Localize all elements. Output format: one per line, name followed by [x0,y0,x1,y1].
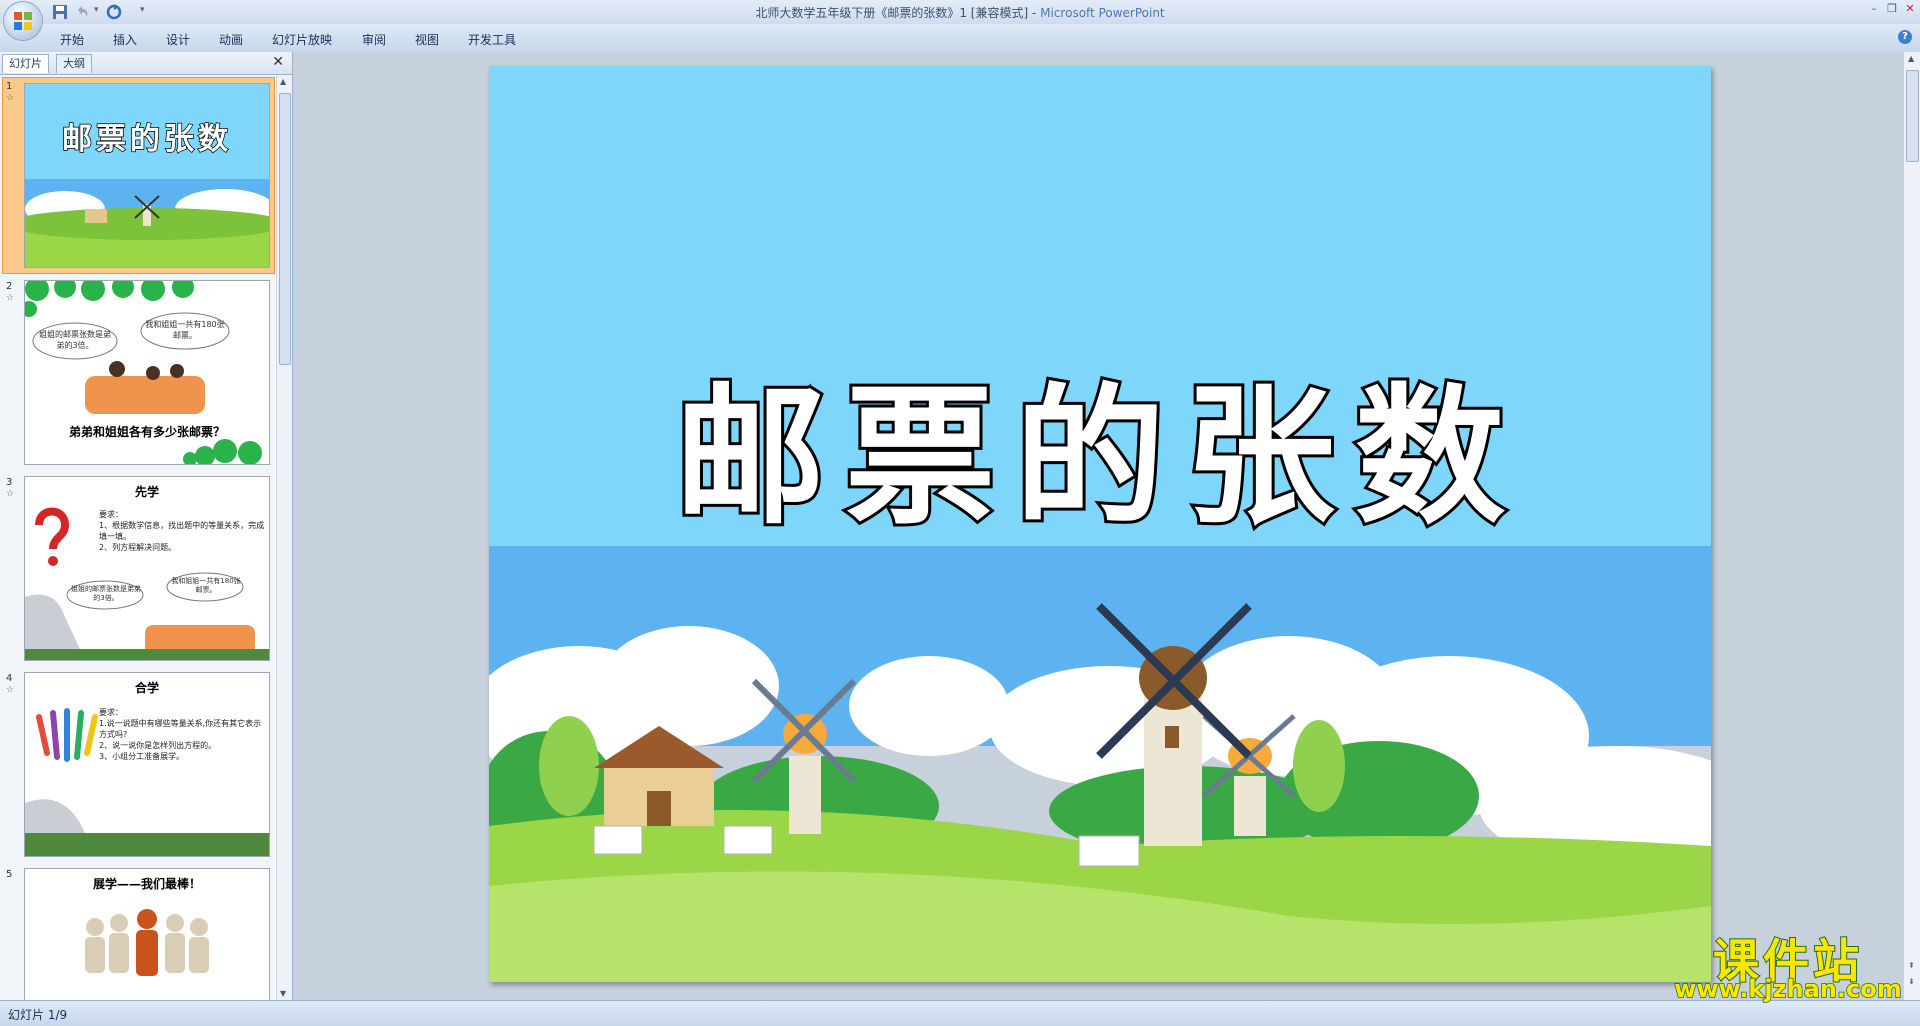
slide-thumbnail-5[interactable]: 展学——我们最棒！ [24,868,270,1000]
site-watermark: 课件站 www.kjzhan.com [1668,925,1908,1005]
next-slide-icon[interactable]: ⇟ [1908,977,1915,986]
thumb-3-title: 先学 [134,485,159,499]
scrollbar-thumb[interactable] [1906,70,1919,162]
thumbnail-list: 1 ☆ 邮票的张数 2 ☆ 姐姐的邮票张数是弟弟的3倍。 我和姐姐一共有180张… [0,75,275,1000]
scroll-up-icon[interactable]: ▲ [280,77,286,86]
thumb-5-title: 展学——我们最棒！ [92,877,201,891]
status-bar: 幻灯片 1/9 [0,1000,1920,1026]
thumb-3-scene [25,507,269,660]
tab-animation[interactable]: 动画 [219,31,243,48]
thumbnail-scrollbar[interactable]: ▲ ▼ [276,75,292,1000]
app-name: Microsoft PowerPoint [1040,6,1165,20]
slide-title[interactable]: 邮票的张数 [489,336,1711,553]
req-label: 要求： [99,510,123,519]
restore-icon[interactable]: ❐ [1884,2,1900,16]
editor-scrollbar[interactable]: ▲ ⇞ ⇟ [1903,52,1920,1000]
watermark-url: www.kjzhan.com [1674,974,1903,1004]
animation-star-icon: ☆ [6,93,15,103]
panel-tabs: 幻灯片 大纲 ✕ [0,52,292,75]
scroll-up-icon[interactable]: ▲ [1908,54,1914,63]
close-panel-icon[interactable]: ✕ [272,54,284,70]
req-line-1: 1、根据数学信息，找出题中的等量关系，完成填一填。 [99,521,265,541]
thumb-3-bubble-left: 姐姐的邮票张数是弟弟的3倍。 [71,585,141,602]
thumb-number: 2 [6,281,13,292]
title-bar: ▾ ▾ 北师大数学五年级下册《邮票的张数》1 [兼容模式] - Microsof… [0,0,1920,40]
slide-thumbnail-1[interactable]: 邮票的张数 [24,83,270,268]
tab-design[interactable]: 设计 [166,31,190,48]
req-line-2: 2、列方程解决问题。 [99,543,177,552]
thumb-4-scene [25,708,269,856]
thumb-number: 5 [6,869,13,880]
thumb-2-caption: 弟弟和姐姐各有多少张邮票？ [68,425,225,439]
tab-home[interactable]: 开始 [60,31,84,48]
slides-panel: 幻灯片 大纲 ✕ 1 ☆ 邮票的张数 2 ☆ 姐姐的邮票张数是弟弟的3倍。 我和… [0,52,293,1000]
req-line-1: 1.说一说题中有哪些等量关系,你还有其它表示方式吗? [99,719,262,739]
current-slide[interactable]: 邮票的张数 [489,66,1711,982]
thumb-4-title: 合学 [134,681,159,695]
animation-star-icon: ☆ [6,489,15,499]
scrollbar-thumb[interactable] [279,93,291,365]
office-logo-icon [14,12,32,30]
tab-developer[interactable]: 开发工具 [468,31,516,48]
slide-editor: 邮票的张数 [293,52,1903,1000]
animation-star-icon: ☆ [6,293,15,303]
tab-slideshow[interactable]: 幻灯片放映 [272,31,332,48]
tab-view[interactable]: 视图 [415,31,439,48]
req-line-2: 2、说一说你是怎样列出方程的。 [99,741,217,750]
help-icon[interactable]: ? [1898,30,1912,44]
tab-insert[interactable]: 插入 [113,31,137,48]
ribbon-tabs: 开始 插入 设计 动画 幻灯片放映 审阅 视图 开发工具 ? [0,24,1920,53]
slide-thumbnail-2[interactable]: 姐姐的邮票张数是弟弟的3倍。 我和姐姐一共有180张邮票。 弟弟和姐姐各有多少张… [24,280,270,465]
req-line-3: 3、小组分工准备展学。 [99,752,185,761]
thumb-2-bubble-right: 我和姐姐一共有180张邮票。 [145,320,225,340]
slide-thumbnail-4[interactable]: 合学 要求： 1.说一说题中有哪些等量关系,你还有其它表示方式吗? 2、说一说你… [24,672,270,857]
thumb-number: 4 [6,673,13,684]
prev-slide-icon[interactable]: ⇞ [1908,961,1915,970]
slide-counter: 幻灯片 1/9 [8,1008,68,1022]
window-title: 北师大数学五年级下册《邮票的张数》1 [兼容模式] - Microsoft Po… [0,4,1920,21]
animation-star-icon: ☆ [6,685,15,695]
req-label: 要求： [99,708,123,717]
thumb-3-requirements: 要求： 1、根据数学信息，找出题中的等量关系，完成填一填。 2、列方程解决问题。 [99,509,265,553]
thumb-1-scene [25,84,269,267]
thumb-number: 3 [6,477,13,488]
tab-review[interactable]: 审阅 [362,31,386,48]
close-window-icon[interactable]: ✕ [1902,2,1918,16]
tab-slides[interactable]: 幻灯片 [2,54,49,73]
scroll-down-icon[interactable]: ▼ [280,989,286,998]
minimize-icon[interactable]: – [1866,2,1882,16]
tab-outline[interactable]: 大纲 [56,54,92,73]
thumb-1-title: 邮票的张数 [61,121,232,158]
office-button[interactable] [4,2,42,40]
thumb-2-bubble-left: 姐姐的邮票张数是弟弟的3倍。 [39,330,111,350]
slide-thumbnail-3[interactable]: 先学 要求： 1、根据数学信息，找出题中的等量关系，完成填一填。 2、列方程解决… [24,476,270,661]
document-title: 北师大数学五年级下册《邮票的张数》1 [兼容模式] - [755,6,1041,20]
thumb-3-bubble-right: 我和姐姐一共有180张邮票。 [171,577,241,594]
thumb-number: 1 [6,81,13,92]
thumb-4-requirements: 要求： 1.说一说题中有哪些等量关系,你还有其它表示方式吗? 2、说一说你是怎样… [99,707,265,762]
